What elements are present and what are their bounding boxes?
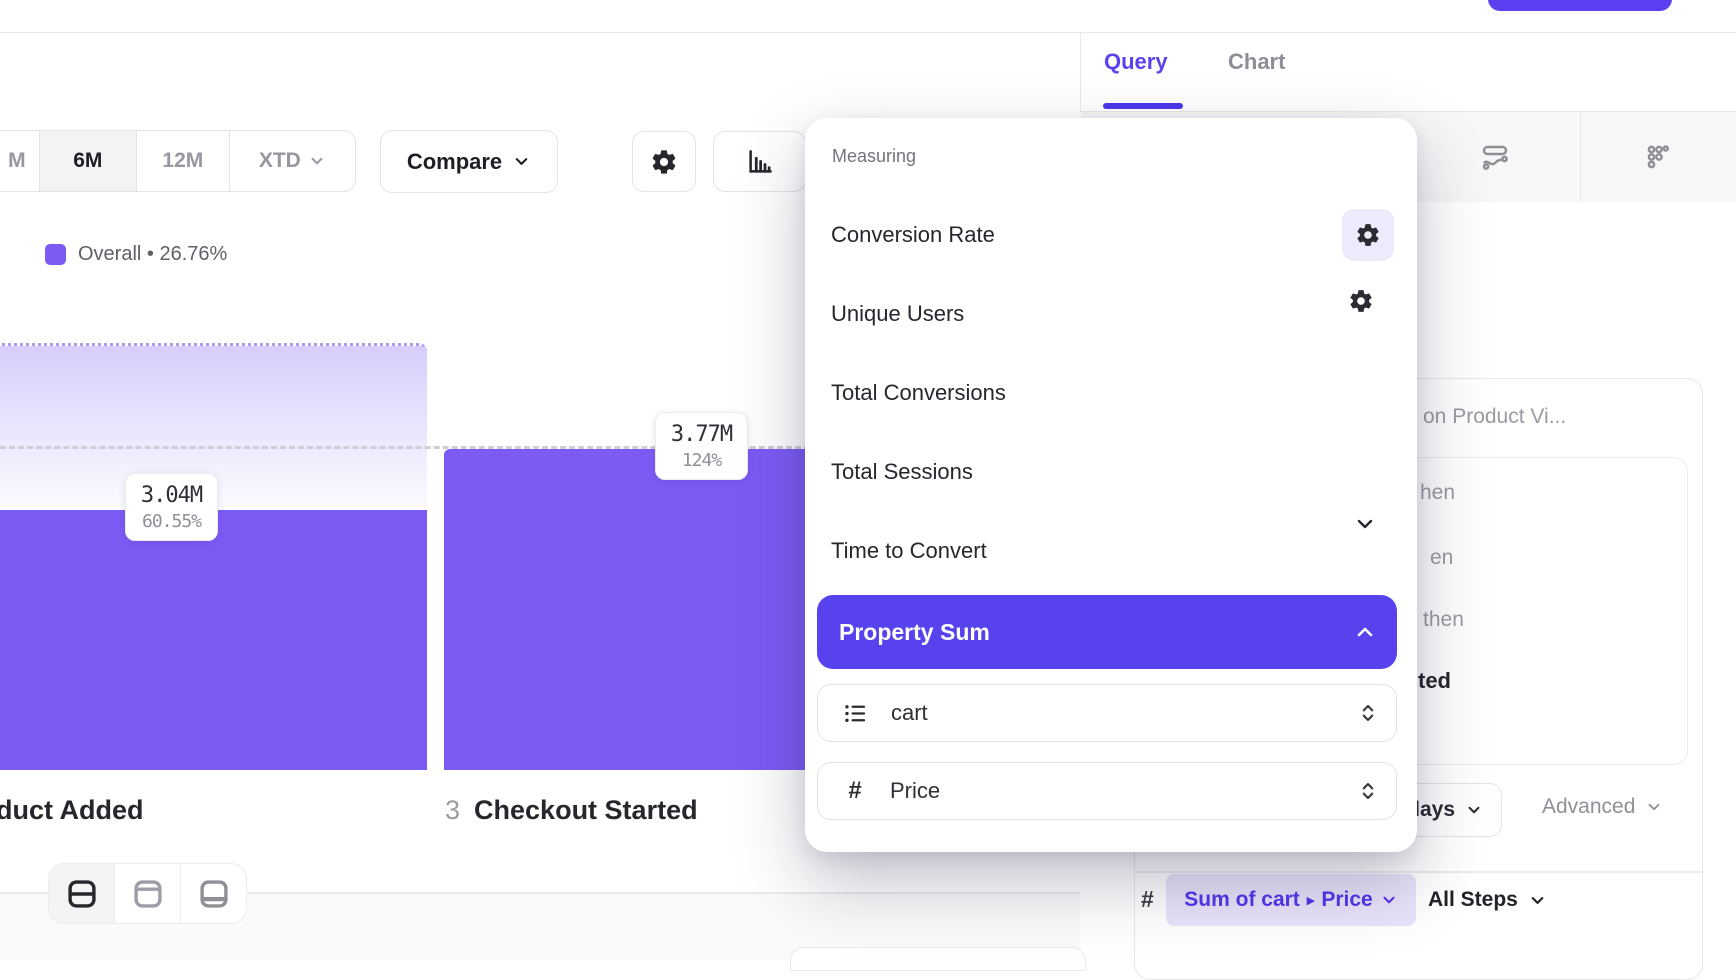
step-row-fragment: en — [1430, 546, 1453, 570]
layout-bottom-button[interactable] — [180, 864, 246, 923]
funnel-bar-step3[interactable] — [444, 449, 810, 770]
chevron-down-icon — [1528, 891, 1547, 910]
menu-item-total-conversions[interactable]: Total Conversions — [817, 365, 1405, 421]
legend-label: Overall • 26.76% — [78, 243, 227, 266]
chevron-down-icon — [1465, 801, 1483, 819]
steps-view-button[interactable] — [1628, 128, 1686, 186]
breadcrumb-arrow-icon: ▸ — [1307, 891, 1315, 909]
value-label-step3: 3.77M 124% — [655, 412, 748, 480]
compare-button[interactable]: Compare — [380, 130, 558, 193]
conversion-rate-settings-button[interactable] — [1342, 209, 1394, 261]
flow-view-button[interactable] — [1466, 128, 1524, 186]
steps-card-title: on Product Vi... — [1423, 405, 1566, 429]
legend-swatch — [45, 244, 66, 265]
chevron-down-icon — [512, 152, 531, 171]
header-divider — [0, 32, 1736, 33]
primary-action-button[interactable] — [1488, 0, 1672, 11]
card-section-divider — [1134, 871, 1703, 873]
property-select-price[interactable]: # Price — [817, 762, 1397, 820]
layout-top-icon — [131, 877, 165, 911]
menu-item-total-sessions[interactable]: Total Sessions — [817, 444, 1405, 500]
measuring-dropdown: Measuring Conversion Rate Unique Users T… — [805, 118, 1417, 852]
up-down-sort-icon — [1356, 779, 1380, 803]
step-row-fragment: then — [1423, 608, 1464, 632]
chevron-down-icon — [1353, 512, 1377, 536]
value-label-step2: 3.04M 60.55% — [125, 473, 218, 541]
chevron-down-icon — [308, 152, 326, 170]
measuring-title: Measuring — [832, 146, 916, 167]
gear-icon — [1355, 222, 1381, 248]
unique-users-settings-button[interactable] — [1348, 288, 1374, 314]
panel-divider — [1080, 33, 1081, 112]
step-label-checkout-started: 3 Checkout Started — [445, 795, 698, 826]
step-label-product-added: duct Added — [0, 795, 144, 826]
chevron-up-icon — [1353, 620, 1377, 644]
step-row-fragment: hen — [1420, 481, 1455, 505]
layout-top-button[interactable] — [114, 864, 180, 923]
all-steps-dropdown[interactable]: All Steps — [1428, 874, 1547, 926]
gear-icon — [1348, 288, 1374, 314]
chart-settings-button[interactable] — [632, 131, 696, 192]
layout-split-icon — [65, 877, 99, 911]
range-m-button[interactable]: M — [0, 131, 39, 191]
chart-type-button[interactable] — [713, 131, 806, 192]
sum-of-cart-price-pill[interactable]: Sum of cart ▸ Price — [1166, 874, 1416, 926]
layout-bottom-icon — [197, 877, 231, 911]
flow-sankey-icon — [1480, 142, 1510, 172]
numeric-property-icon: # — [1141, 886, 1154, 913]
gear-icon — [650, 148, 678, 176]
chevron-down-icon — [1380, 891, 1398, 909]
tab-query[interactable]: Query — [1104, 49, 1168, 75]
advanced-button[interactable]: Advanced — [1542, 795, 1663, 819]
range-xtd-button[interactable]: XTD — [229, 131, 355, 191]
dots-grid-icon — [1642, 142, 1672, 172]
layout-split-button[interactable] — [49, 864, 114, 923]
tab-chart[interactable]: Chart — [1228, 49, 1285, 75]
layout-toggle-group — [48, 863, 247, 924]
property-select-cart[interactable]: cart — [817, 684, 1397, 742]
numeric-property-icon: # — [842, 777, 868, 805]
chart-legend: Overall • 26.76% — [45, 243, 227, 266]
menu-item-unique-users[interactable]: Unique Users — [817, 286, 1405, 342]
menu-item-conversion-rate[interactable]: Conversion Rate — [817, 207, 1405, 263]
range-6m-button[interactable]: 6M — [39, 131, 137, 191]
funnel-bar-step2[interactable] — [0, 510, 427, 770]
range-12m-button[interactable]: 12M — [136, 131, 229, 191]
bar-chart-icon — [745, 147, 775, 177]
list-property-icon — [842, 700, 869, 727]
chevron-down-icon — [1645, 798, 1663, 816]
query-toolbar-divider — [1580, 112, 1581, 202]
menu-item-property-sum-selected[interactable]: Property Sum — [817, 595, 1397, 669]
tab-query-underline — [1103, 103, 1183, 109]
menu-item-time-to-convert[interactable]: Time to Convert — [817, 523, 1405, 579]
bottom-card-peek — [790, 947, 1086, 971]
time-range-segmented-control: M 6M 12M XTD — [0, 130, 356, 192]
up-down-sort-icon — [1356, 701, 1380, 725]
step-row-fragment: ted — [1418, 668, 1451, 694]
